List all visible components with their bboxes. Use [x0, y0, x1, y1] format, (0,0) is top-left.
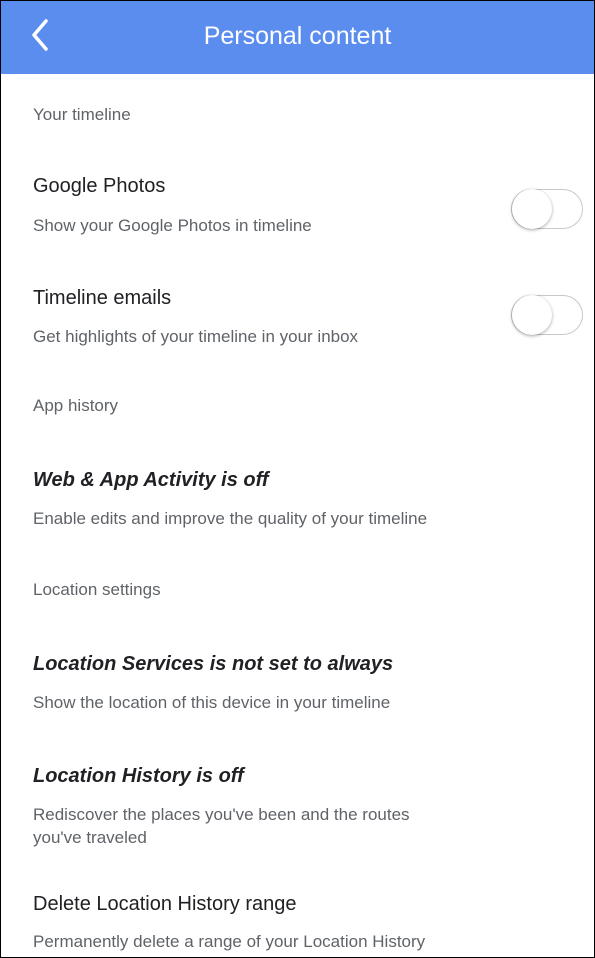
- google-photos-title: Google Photos: [33, 175, 166, 197]
- section-header-your-timeline: Your timeline: [33, 105, 131, 124]
- app-bar: Personal content: [1, 1, 594, 74]
- google-photos-subtitle: Show your Google Photos in timeline: [33, 216, 312, 235]
- toggle-knob: [512, 295, 552, 335]
- web-app-activity-title: Web & App Activity is off: [33, 469, 269, 491]
- screen: Personal content Your timeline Google Ph…: [0, 0, 595, 958]
- page-title: Personal content: [203, 22, 392, 50]
- location-services-title: Location Services is not set to always: [33, 653, 394, 675]
- timeline-emails-title: Timeline emails: [33, 287, 172, 309]
- timeline-emails-toggle[interactable]: [511, 295, 583, 335]
- section-header-app-history: App history: [33, 396, 119, 415]
- location-services-subtitle: Show the location of this device in your…: [33, 693, 391, 712]
- delete-location-history-range-title: Delete Location History range: [33, 893, 297, 915]
- location-history-subtitle-line2: you've traveled: [33, 828, 147, 847]
- delete-location-history-range-subtitle: Permanently delete a range of your Locat…: [33, 932, 426, 951]
- section-header-location-settings: Location settings: [33, 580, 161, 599]
- location-history-subtitle-line1: Rediscover the places you've been and th…: [33, 805, 410, 824]
- google-photos-toggle[interactable]: [511, 189, 583, 229]
- location-history-title: Location History is off: [33, 765, 244, 787]
- timeline-emails-subtitle: Get highlights of your timeline in your …: [33, 327, 359, 346]
- web-app-activity-subtitle: Enable edits and improve the quality of …: [33, 509, 428, 528]
- toggle-knob: [512, 189, 552, 229]
